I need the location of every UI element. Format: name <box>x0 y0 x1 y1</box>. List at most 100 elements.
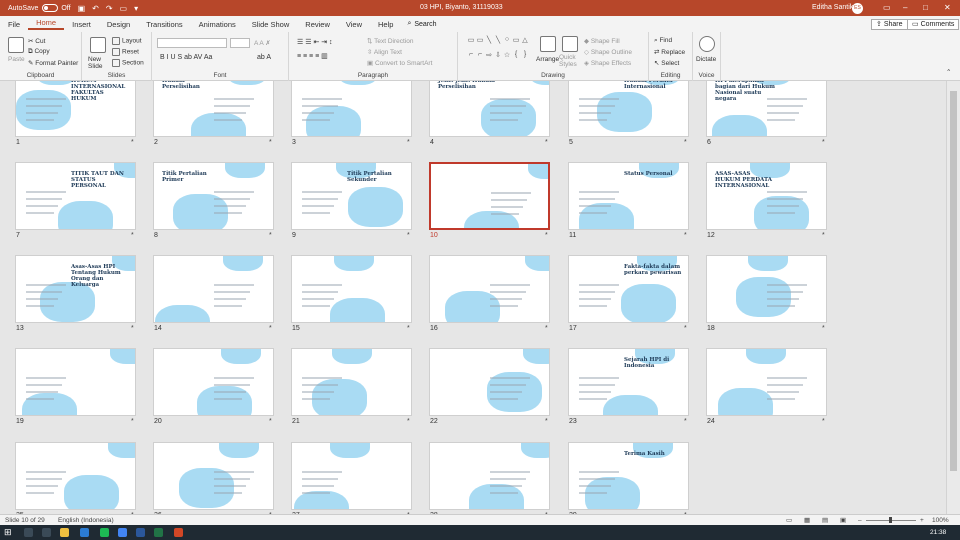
slide-sorter-view-icon[interactable]: ▦ <box>804 516 810 524</box>
undo-icon[interactable]: ↶ <box>92 4 99 13</box>
slide-thumbnail[interactable] <box>15 348 136 416</box>
user-name[interactable]: Editha Santika <box>812 4 857 11</box>
new-slide-button[interactable]: New Slide <box>88 56 110 70</box>
shape-icon[interactable]: △ <box>521 36 529 50</box>
spotify-icon[interactable] <box>100 528 109 537</box>
zoom-level[interactable]: 100% <box>932 517 949 524</box>
task-view-icon[interactable] <box>42 528 51 537</box>
slide-thumbnail[interactable]: HUKUM INTERNASIONAL FAKULTAS HUKUM <box>15 81 136 137</box>
slide-thumbnail[interactable] <box>291 348 412 416</box>
font-size-controls[interactable]: A A ✗ <box>254 39 271 47</box>
slide-thumbnail[interactable] <box>706 348 827 416</box>
slide-thumbnail[interactable]: Status Personal <box>568 162 689 230</box>
windows-start-icon[interactable]: ⊞ <box>4 527 12 538</box>
tab-help[interactable]: Help <box>370 20 401 29</box>
slide-thumbnail[interactable]: Titik Pertalian Primer <box>153 162 274 230</box>
file-explorer-icon[interactable] <box>60 528 69 537</box>
slide-thumbnail[interactable] <box>429 162 550 230</box>
excel-icon[interactable] <box>154 528 163 537</box>
select-button[interactable]: ↖ Select <box>654 59 679 67</box>
tab-file[interactable]: File <box>0 20 28 29</box>
comments-button[interactable]: ▭ Comments <box>907 19 960 30</box>
close-icon[interactable]: ✕ <box>944 3 951 12</box>
slide-thumbnail[interactable]: Terima Kasih <box>568 442 689 510</box>
paste-icon[interactable] <box>8 37 24 53</box>
section-button[interactable]: Section <box>112 59 144 67</box>
shape-icon[interactable]: ▭ <box>467 36 475 50</box>
collapse-ribbon-icon[interactable]: ⌃ <box>946 68 951 76</box>
slide-thumbnail[interactable] <box>706 255 827 323</box>
customize-icon[interactable]: ▾ <box>134 4 138 13</box>
slide-thumbnail[interactable] <box>153 442 274 510</box>
slide-thumbnail[interactable] <box>429 348 550 416</box>
shape-icon[interactable]: ╲ <box>485 36 493 50</box>
shape-icon[interactable]: ⇩ <box>494 51 502 65</box>
shape-icon[interactable]: } <box>521 51 529 65</box>
powerpoint-icon[interactable] <box>174 528 183 537</box>
slide-thumbnail[interactable]: Fakta-fakta dalam perkara pewarisan <box>568 255 689 323</box>
avatar[interactable]: ES <box>852 3 863 14</box>
font-family-select[interactable] <box>157 38 227 48</box>
cut-button[interactable]: ✂ Cut <box>28 37 45 45</box>
slide-thumbnail[interactable]: Hukum Perselisihan <box>153 81 274 137</box>
align-text-button[interactable]: ⇳ Align Text <box>367 48 402 56</box>
slide-thumbnail[interactable] <box>429 255 550 323</box>
shape-icon[interactable]: { <box>512 51 520 65</box>
slide-thumbnail[interactable]: TITIK TAUT DAN STATUS PERSONAL <box>15 162 136 230</box>
arrange-button[interactable]: Arrange <box>536 56 559 63</box>
autosave-toggle[interactable] <box>42 4 59 12</box>
format-painter-button[interactable]: ✎ Format Painter <box>28 59 78 67</box>
tab-design[interactable]: Design <box>99 20 138 29</box>
slide-thumbnail[interactable]: HPI merupakan bagian dari Hukum Nasional… <box>706 81 827 137</box>
shape-fill-button[interactable]: ◆ Shape Fill <box>584 37 620 45</box>
word-icon[interactable] <box>136 528 145 537</box>
shape-icon[interactable]: ╲ <box>494 36 502 50</box>
slide-thumbnail[interactable]: Jenis-jenis Hukum Perselisihan <box>429 81 550 137</box>
slide-thumbnail[interactable] <box>153 255 274 323</box>
shape-icon[interactable]: ⇨ <box>485 51 493 65</box>
zoom-slider-thumb[interactable] <box>889 517 892 523</box>
find-button[interactable]: ⌕ Find <box>654 37 672 45</box>
shape-icon[interactable]: ▭ <box>512 36 520 50</box>
ribbon-display-icon[interactable]: ▭ <box>883 3 891 12</box>
shape-outline-button[interactable]: ◇ Shape Outline <box>584 48 632 56</box>
minimize-icon[interactable]: – <box>903 3 907 12</box>
layout-button[interactable]: Layout <box>112 37 142 45</box>
edge-icon[interactable] <box>80 528 89 537</box>
slide-thumbnail[interactable]: Asas-Asas HPI Tentang Hukum Orang dan Ke… <box>15 255 136 323</box>
zoom-in-icon[interactable]: + <box>920 517 924 524</box>
dictate-button[interactable]: Dictate <box>696 56 716 63</box>
text-direction-button[interactable]: ⇅ Text Direction <box>367 37 414 45</box>
tab-slide-show[interactable]: Slide Show <box>244 20 298 29</box>
replace-button[interactable]: ⇄ Replace <box>654 48 685 56</box>
chrome-icon[interactable] <box>118 528 127 537</box>
search-taskbar-icon[interactable] <box>24 528 33 537</box>
slide-thumbnail[interactable] <box>15 442 136 510</box>
tab-transitions[interactable]: Transitions <box>138 20 190 29</box>
zoom-out-icon[interactable]: – <box>858 517 862 524</box>
tab-animations[interactable]: Animations <box>191 20 244 29</box>
share-button[interactable]: ⇪ Share <box>871 19 908 30</box>
convert-smartart-button[interactable]: ▣ Convert to SmartArt <box>367 59 432 67</box>
slide-thumbnail[interactable]: Hukum Perdata Internasional <box>568 81 689 137</box>
font-size-select[interactable] <box>230 38 250 48</box>
shape-effects-button[interactable]: ◈ Shape Effects <box>584 59 631 67</box>
slide-thumbnail[interactable] <box>291 442 412 510</box>
font-color-buttons[interactable]: ab A <box>257 54 271 61</box>
search-box[interactable]: ⌕ Search <box>407 20 436 28</box>
slide-thumbnail[interactable] <box>291 81 412 137</box>
copy-button[interactable]: ⧉ Copy <box>28 48 50 56</box>
list-buttons[interactable]: ☰ ☰ ⇤ ⇥ ↕ <box>297 38 333 46</box>
slide-thumbnail[interactable] <box>429 442 550 510</box>
shape-icon[interactable]: ⌐ <box>476 51 484 65</box>
maximize-icon[interactable]: □ <box>923 3 928 12</box>
shape-icon[interactable]: ☆ <box>503 51 511 65</box>
alignment-buttons[interactable]: ≡ ≡ ≡ ≡ ▥ <box>297 52 328 60</box>
scrollbar-thumb[interactable] <box>950 91 957 471</box>
shape-icon[interactable]: ▭ <box>476 36 484 50</box>
slide-thumbnail[interactable]: Titik Pertalian Sekunder <box>291 162 412 230</box>
save-icon[interactable]: ▣ <box>78 4 86 13</box>
slide-thumbnail[interactable]: ASAS-ASAS HUKUM PERDATA INTERNASIONAL <box>706 162 827 230</box>
font-format-buttons[interactable]: B I U S ab AV Aa <box>160 54 212 61</box>
tab-view[interactable]: View <box>338 20 370 29</box>
